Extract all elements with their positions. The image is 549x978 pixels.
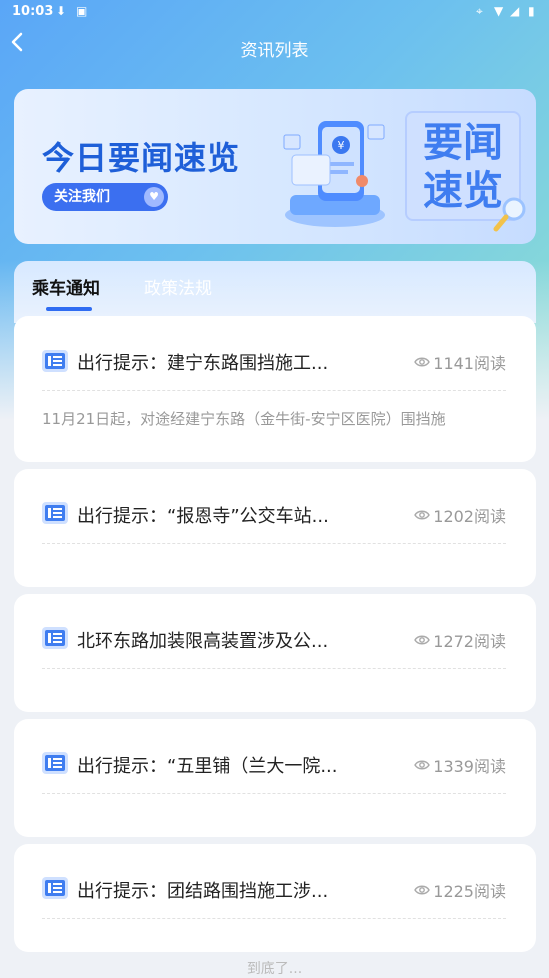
news-card[interactable]: 出行提示：“五里铺（兰大一院... 1339阅读	[14, 719, 536, 837]
follow-us-button[interactable]: 关注我们 ♥	[42, 183, 168, 211]
card-divider	[42, 390, 506, 391]
news-card[interactable]: 北环东路加装限高装置涉及公... 1272阅读	[14, 594, 536, 712]
news-title: 出行提示：“五里铺（兰大一院...	[77, 756, 338, 777]
news-icon	[42, 752, 68, 774]
promo-banner[interactable]: 今日要闻速览 关注我们 ♥ ¥ 要闻 速览	[14, 89, 536, 244]
eye-icon	[414, 510, 431, 520]
status-bar: 10:03 ⬇ ▣ ⌖ ▼ ◢ ▮	[0, 0, 549, 24]
location-icon: ⌖	[476, 4, 483, 18]
tab-bar: 乘车通知 政策法规	[14, 261, 536, 323]
phone-illustration-icon: ¥	[283, 121, 385, 227]
nav-bar: 资讯列表	[0, 28, 549, 64]
tab-ride-notices[interactable]: 乘车通知	[32, 274, 100, 299]
download-icon: ⬇	[56, 4, 67, 18]
wifi-icon: ▼	[494, 4, 504, 18]
card-divider	[42, 543, 506, 544]
news-title: 出行提示：建宁东路围挡施工...	[77, 353, 329, 374]
end-of-list-text: 到底了...	[246, 961, 303, 977]
news-title: 出行提示：“报恩寺”公交车站...	[77, 506, 329, 527]
view-count: 1339阅读	[414, 753, 506, 777]
news-icon	[42, 627, 68, 649]
news-icon	[42, 350, 68, 372]
view-count-label: 1272阅读	[433, 632, 506, 651]
app-notification-icon: ▣	[76, 4, 88, 18]
view-count-label: 1339阅读	[433, 757, 506, 776]
eye-icon	[414, 357, 431, 367]
svg-text:¥: ¥	[338, 139, 345, 152]
view-count-label: 1225阅读	[433, 882, 506, 901]
page-title: 资讯列表	[240, 41, 309, 61]
news-title: 出行提示：团结路围挡施工涉...	[77, 881, 329, 902]
card-divider	[42, 793, 506, 794]
card-divider	[42, 668, 506, 669]
eye-icon	[414, 885, 431, 895]
news-card[interactable]: 出行提示：建宁东路围挡施工... 1141阅读 11月21日起，对途经建宁东路（…	[14, 316, 536, 462]
tab-active-indicator	[46, 307, 92, 311]
battery-icon: ▮	[528, 4, 535, 18]
news-icon	[42, 502, 68, 524]
magnifier-icon	[493, 197, 526, 232]
eye-icon	[414, 760, 431, 770]
news-icon	[42, 877, 68, 899]
eye-icon	[414, 635, 431, 645]
view-count: 1202阅读	[414, 503, 506, 527]
banner-title: 今日要闻速览	[42, 139, 241, 177]
view-count-label: 1202阅读	[433, 507, 506, 526]
view-count: 1225阅读	[414, 878, 506, 902]
view-count: 1272阅读	[414, 628, 506, 652]
signal-icon: ◢	[510, 4, 520, 18]
tab-policy-regulations[interactable]: 政策法规	[144, 274, 212, 299]
status-time: 10:03	[12, 4, 54, 19]
badge-line-1: 要闻	[423, 120, 503, 166]
news-card[interactable]: 出行提示：团结路围挡施工涉... 1225阅读	[14, 844, 536, 952]
card-divider	[42, 918, 506, 919]
news-card[interactable]: 出行提示：“报恩寺”公交车站... 1202阅读	[14, 469, 536, 587]
news-title: 北环东路加装限高装置涉及公...	[77, 631, 329, 652]
view-count-label: 1141阅读	[433, 354, 506, 373]
follow-us-label: 关注我们	[54, 189, 110, 205]
news-description: 11月21日起，对途经建宁东路（金牛街-安宁区医院）围挡施	[42, 410, 446, 428]
view-count: 1141阅读	[414, 350, 506, 374]
heart-icon: ♥	[144, 187, 164, 207]
